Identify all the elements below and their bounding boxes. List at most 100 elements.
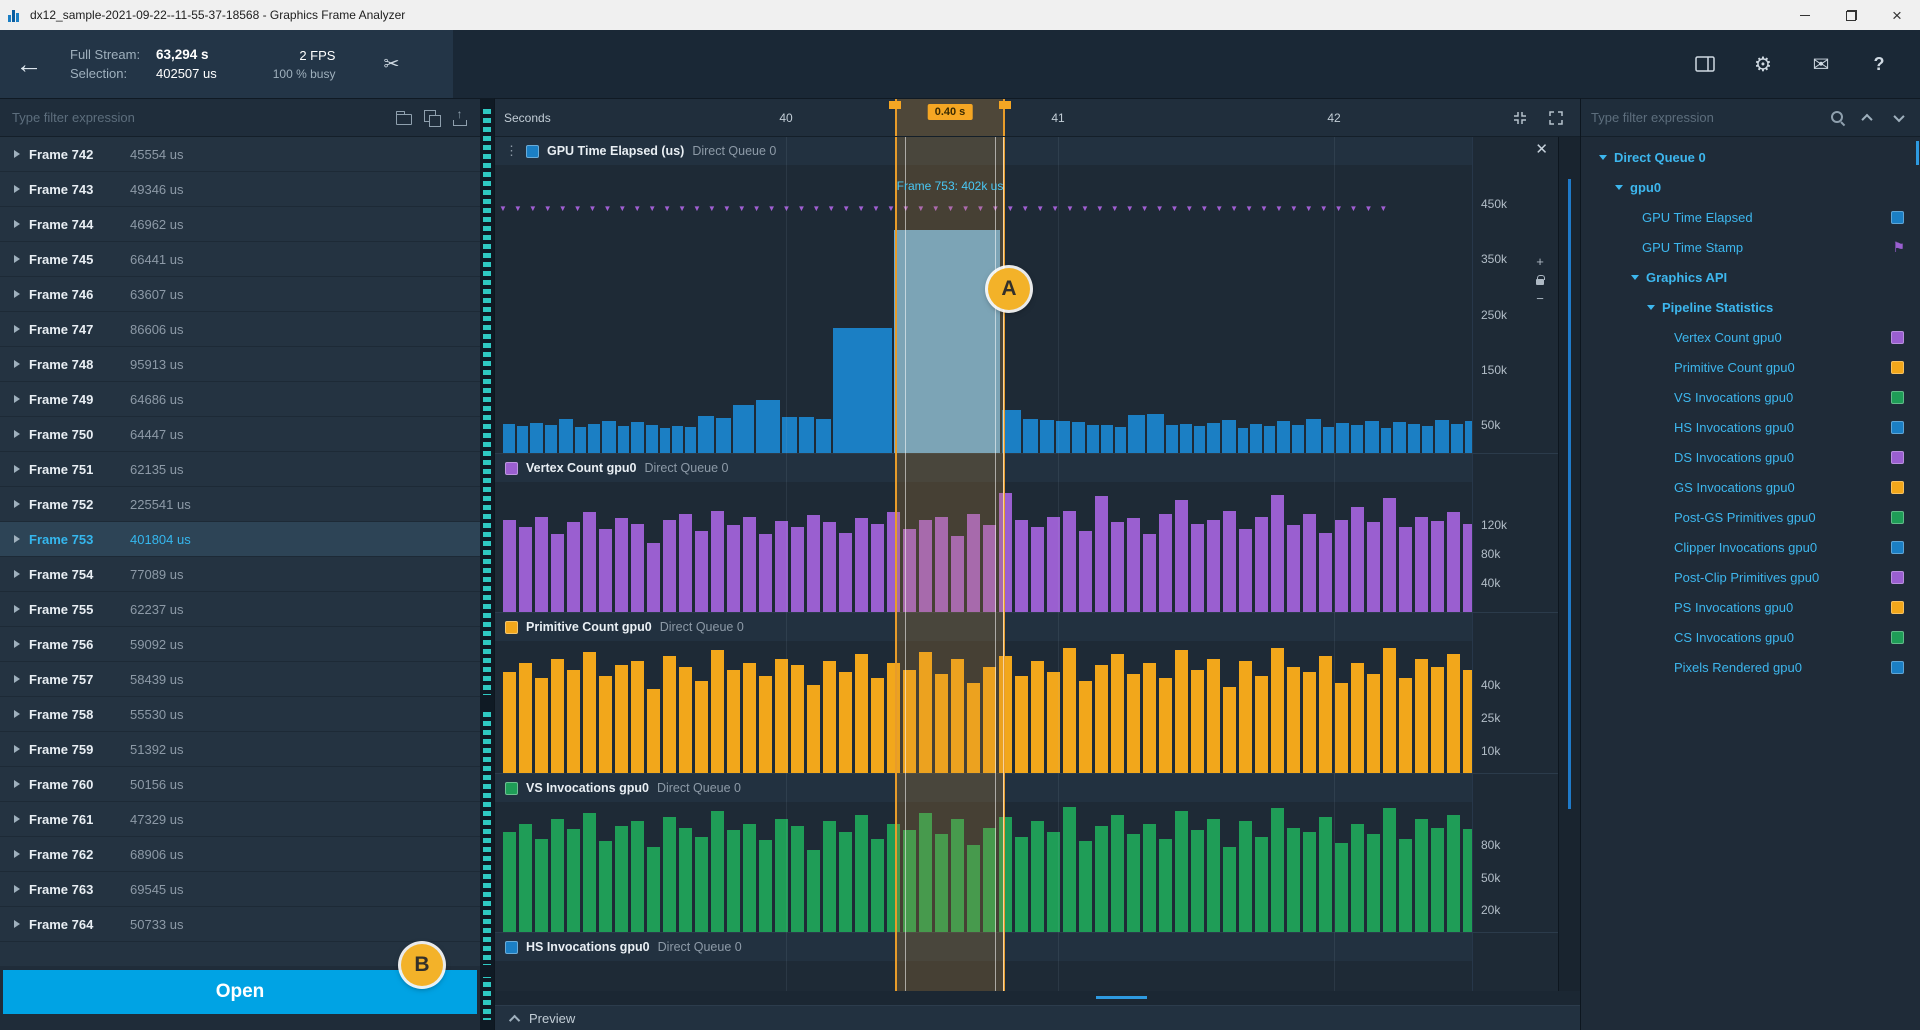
chart-bar[interactable]	[816, 419, 831, 453]
chart-bar[interactable]	[1159, 678, 1172, 773]
zoom-in-icon[interactable]: +	[1536, 255, 1544, 268]
chart-bar[interactable]	[615, 665, 628, 773]
chart-bar[interactable]	[679, 667, 692, 773]
collapse-all-button[interactable]	[1856, 107, 1878, 129]
chart-bar[interactable]	[1127, 518, 1140, 612]
chart-bar[interactable]	[1335, 843, 1348, 932]
chart-bar[interactable]	[903, 670, 916, 773]
chart-bar[interactable]	[615, 826, 628, 932]
chart-bar[interactable]	[1271, 648, 1284, 773]
tree-row[interactable]: CS Invocations gpu0	[1581, 622, 1920, 652]
close-button[interactable]: ×	[1874, 0, 1920, 30]
tree-row[interactable]: Post-GS Primitives gpu0	[1581, 502, 1920, 532]
chart-bar[interactable]	[1336, 423, 1349, 453]
chart-bar[interactable]	[1143, 534, 1156, 612]
chart-bar[interactable]	[695, 531, 708, 612]
chart-bar[interactable]	[1319, 656, 1332, 773]
expand-chevron-icon[interactable]	[14, 185, 20, 193]
tree-row[interactable]: Direct Queue 0	[1581, 142, 1920, 172]
chart-bar[interactable]	[1287, 828, 1300, 932]
frame-row[interactable]: Frame 752225541 us	[0, 487, 480, 522]
chart-bar[interactable]	[545, 425, 557, 453]
chart-bar[interactable]	[935, 517, 948, 612]
chart-bar[interactable]	[1180, 424, 1192, 453]
chart-bar[interactable]	[1194, 426, 1205, 453]
chart-bar[interactable]	[698, 416, 714, 453]
chart-bar[interactable]	[1415, 659, 1428, 773]
chart-bar[interactable]	[1111, 522, 1124, 612]
chart-plot[interactable]	[495, 641, 1472, 773]
chart-bar[interactable]	[615, 518, 628, 612]
tree-row[interactable]: GS Invocations gpu0	[1581, 472, 1920, 502]
chart-bar[interactable]	[1127, 834, 1140, 932]
chart-bar[interactable]	[1159, 839, 1172, 932]
feedback-button[interactable]: ✉	[1792, 30, 1850, 98]
vertical-scroll-thumb[interactable]	[1568, 179, 1571, 809]
chart-bar[interactable]	[1277, 421, 1290, 453]
expand-chevron-icon[interactable]	[14, 395, 20, 403]
chart-bar[interactable]	[1115, 427, 1126, 453]
timeline-ruler[interactable]: Seconds 40 41 42 0.40 s	[495, 99, 1580, 137]
chart-bar[interactable]	[1287, 667, 1300, 773]
expand-chevron-icon[interactable]	[14, 150, 20, 158]
chart-bar[interactable]	[1264, 426, 1275, 453]
chart-bar[interactable]	[1399, 678, 1412, 773]
expand-chevron-icon[interactable]	[14, 640, 20, 648]
chart-bar[interactable]	[855, 815, 868, 932]
frame-row[interactable]: Frame 74663607 us	[0, 277, 480, 312]
chart-bar[interactable]	[1415, 819, 1428, 932]
chart-bar[interactable]	[1463, 829, 1472, 932]
chart-close-icon[interactable]: ✕	[1535, 142, 1548, 157]
chart-bar[interactable]	[1399, 839, 1412, 932]
chart-bar[interactable]	[1435, 420, 1449, 453]
chart-bar[interactable]	[727, 830, 740, 932]
chart-bar[interactable]	[1239, 661, 1252, 773]
panels-button[interactable]	[1676, 30, 1734, 98]
chart-bar[interactable]	[839, 533, 852, 612]
chart-bar[interactable]	[1063, 648, 1076, 773]
collapse-toggle-icon[interactable]	[1599, 155, 1607, 160]
chart-bar[interactable]	[871, 839, 884, 932]
chart-header[interactable]: Vertex Count gpu0 Direct Queue 0	[495, 454, 1472, 482]
chart-bar[interactable]	[1431, 521, 1444, 612]
collapse-toggle-icon[interactable]	[1615, 185, 1623, 190]
chart-bar[interactable]	[1223, 687, 1236, 773]
zoom-out-icon[interactable]: −	[1536, 292, 1544, 305]
chart-bar[interactable]	[903, 529, 916, 612]
chart-bar[interactable]	[519, 527, 532, 612]
chart-bar[interactable]	[1040, 420, 1054, 453]
chart-bar[interactable]	[759, 840, 772, 932]
chart-plot[interactable]: ▼▼▼▼▼▼▼▼▼▼▼▼▼▼▼▼▼▼▼▼▼▼▼▼▼▼▼▼▼▼▼▼▼▼▼▼▼▼▼▼…	[495, 165, 1472, 453]
chart-bar[interactable]	[1159, 514, 1172, 612]
chart-bar[interactable]	[791, 826, 804, 932]
collapse-charts-button[interactable]	[1512, 110, 1528, 126]
frame-row[interactable]: Frame 75659092 us	[0, 627, 480, 662]
frame-row[interactable]: Frame 75951392 us	[0, 732, 480, 767]
chart-bar[interactable]	[1015, 676, 1028, 773]
metrics-filter-input[interactable]	[1591, 110, 1820, 125]
frame-row[interactable]: Frame 74895913 us	[0, 347, 480, 382]
chart-bar[interactable]	[1063, 511, 1076, 612]
chart-bar[interactable]	[807, 685, 820, 773]
folder-icon[interactable]	[396, 114, 412, 125]
frame-row[interactable]: Frame 74245554 us	[0, 137, 480, 172]
chart-bar[interactable]	[583, 652, 596, 773]
chart-bar[interactable]	[1383, 648, 1396, 773]
copy-icon[interactable]	[424, 110, 440, 126]
expand-chevron-icon[interactable]	[14, 360, 20, 368]
chart-bar[interactable]	[1431, 828, 1444, 932]
chart-bar[interactable]	[839, 832, 852, 932]
chart-bar[interactable]	[1031, 527, 1044, 612]
chart-bar[interactable]	[799, 417, 814, 453]
chart-bar[interactable]	[716, 418, 731, 453]
expand-chevron-icon[interactable]	[14, 675, 20, 683]
chart-bar[interactable]	[1365, 421, 1379, 453]
chart-bar[interactable]	[1047, 832, 1060, 932]
collapse-toggle-icon[interactable]	[1631, 275, 1639, 280]
chart-bar[interactable]	[743, 517, 756, 612]
chart-bar[interactable]	[519, 824, 532, 932]
chart-bar[interactable]	[775, 659, 788, 773]
chart-bar[interactable]	[583, 813, 596, 932]
tree-row[interactable]: Post-Clip Primitives gpu0	[1581, 562, 1920, 592]
scissors-icon[interactable]: ✂	[383, 30, 399, 98]
